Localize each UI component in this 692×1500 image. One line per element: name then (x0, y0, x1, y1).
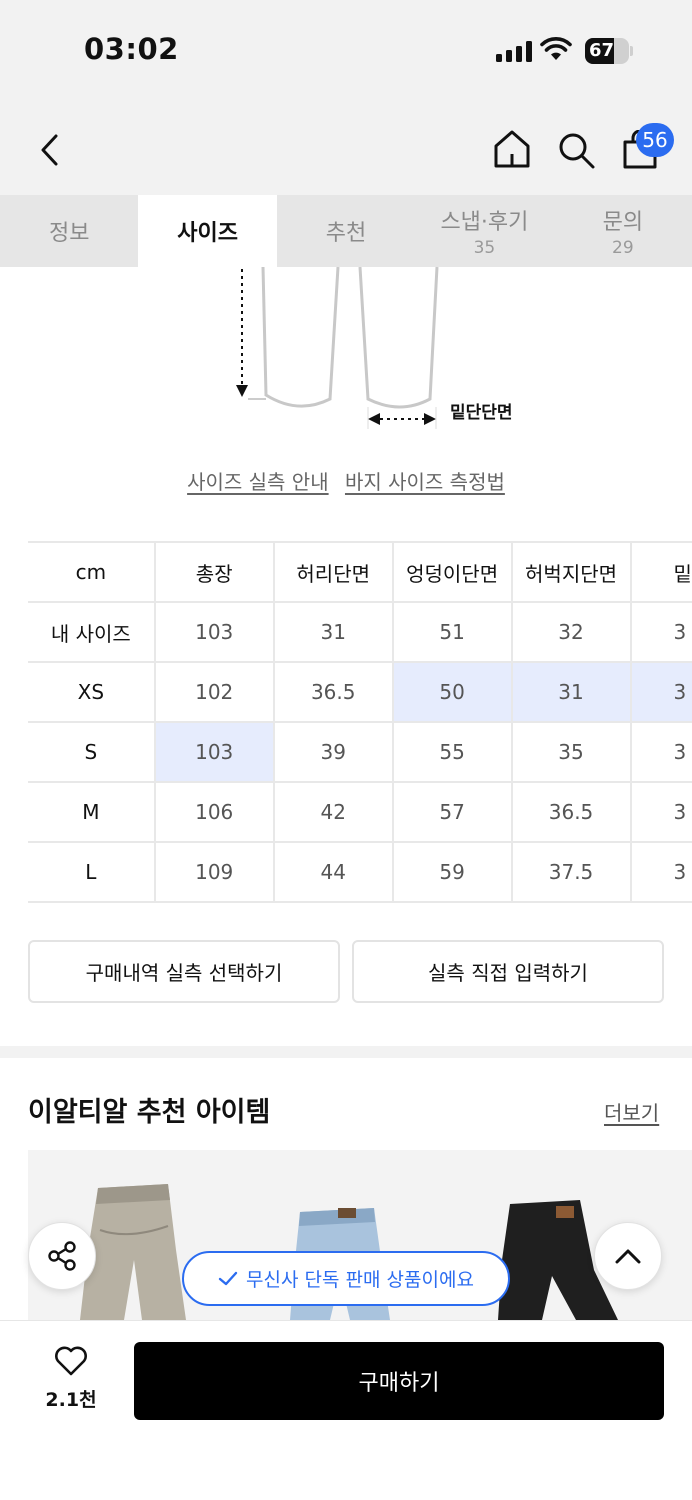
table-cell: 44 (273, 842, 394, 903)
see-more-link[interactable]: 더보기 (604, 1097, 659, 1126)
pants-measure-guide-link[interactable]: 바지 사이즈 측정법 (345, 470, 505, 494)
table-cell: 36.5 (273, 662, 394, 723)
table-cell: 103 (154, 602, 275, 663)
recommend-section-title: 이알티알 추천 아이템 (28, 1097, 271, 1128)
pants-measurement-diagram: 밑단단면 (0, 266, 692, 447)
row-label: M (28, 782, 156, 843)
tab-info[interactable]: 정보 (0, 195, 138, 267)
tab-label: 문의 (602, 210, 644, 235)
heart-icon (55, 1346, 87, 1376)
manual-size-input-button[interactable]: 실측 직접 입력하기 (352, 940, 664, 1003)
tab-inquiry[interactable]: 문의 29 (554, 195, 692, 267)
table-header-row: cm 총장 허리단면 엉덩이단면 허벅지단면 밑 (28, 541, 692, 603)
table-row[interactable]: L 109 44 59 37.5 3 (28, 842, 692, 903)
product-image-beige-jeans[interactable] (80, 1184, 186, 1320)
table-row[interactable]: S 103 39 55 35 3 (28, 722, 692, 783)
column-header: 총장 (154, 541, 275, 603)
like-button[interactable]: 2.1천 (36, 1345, 106, 1412)
table-cell: 37.5 (511, 842, 632, 903)
table-cell: 35 (511, 722, 632, 783)
column-header: 허벅지단면 (511, 541, 632, 603)
row-label: XS (28, 662, 156, 723)
table-cell: 3 (630, 782, 692, 843)
table-cell: 31 (273, 602, 394, 663)
status-bar: 03:02 67 (0, 0, 692, 100)
share-icon (48, 1241, 76, 1271)
table-cell: 57 (392, 782, 513, 843)
share-button[interactable] (28, 1222, 96, 1290)
column-header: 밑 (630, 541, 692, 603)
table-cell: 42 (273, 782, 394, 843)
status-time: 03:02 (84, 32, 179, 66)
unit-header: cm (28, 541, 156, 603)
row-label: S (28, 722, 156, 783)
table-cell: 3 (630, 602, 692, 663)
purchase-bar: 2.1천 구매하기 (0, 1320, 692, 1500)
table-row: 내 사이즈 103 31 51 32 3 (28, 602, 692, 663)
table-cell-highlighted: 31 (511, 662, 632, 723)
table-cell-highlighted: 50 (392, 662, 513, 723)
table-row[interactable]: M 106 42 57 36.5 3 (28, 782, 692, 843)
tab-snap-review[interactable]: 스냅·후기 35 (415, 195, 553, 267)
table-cell: 55 (392, 722, 513, 783)
product-tabs: 정보 사이즈 추천 스냅·후기 35 문의 29 (0, 195, 692, 267)
tab-size[interactable]: 사이즈 (138, 195, 277, 267)
tab-count: 29 (612, 238, 634, 258)
tab-label: 정보 (48, 221, 90, 246)
chevron-up-icon (615, 1249, 641, 1264)
table-cell-highlighted: 103 (154, 722, 275, 783)
table-cell: 3 (630, 842, 692, 903)
row-label: L (28, 842, 156, 903)
battery-level: 67 (589, 40, 615, 61)
size-table-scroll[interactable]: cm 총장 허리단면 엉덩이단면 허벅지단면 밑 내 사이즈 103 31 51… (0, 541, 692, 903)
tab-label: 추천 (325, 221, 367, 246)
table-cell: 3 (630, 722, 692, 783)
scroll-to-top-button[interactable] (594, 1222, 662, 1290)
battery-icon: 67 (585, 38, 633, 64)
table-cell: 51 (392, 602, 513, 663)
tab-label: 사이즈 (177, 221, 238, 246)
table-cell: 39 (273, 722, 394, 783)
home-icon[interactable] (492, 128, 532, 170)
cart-count-badge: 56 (636, 123, 674, 157)
buy-button[interactable]: 구매하기 (134, 1342, 664, 1420)
size-action-buttons: 구매내역 실측 선택하기 실측 직접 입력하기 (28, 940, 664, 1003)
table-cell: 106 (154, 782, 275, 843)
column-header: 엉덩이단면 (392, 541, 513, 603)
table-cell: 36.5 (511, 782, 632, 843)
table-cell: 109 (154, 842, 275, 903)
exclusive-badge-text: 무신사 단독 판매 상품이에요 (246, 1269, 474, 1291)
size-guide-links: 사이즈 실측 안내 바지 사이즈 측정법 (0, 466, 692, 495)
row-label: 내 사이즈 (28, 602, 156, 663)
size-table: cm 총장 허리단면 엉덩이단면 허벅지단면 밑 내 사이즈 103 31 51… (28, 541, 692, 903)
section-divider (0, 1046, 692, 1058)
exclusive-product-badge: 무신사 단독 판매 상품이에요 (182, 1251, 510, 1306)
search-icon[interactable] (556, 130, 596, 170)
tab-recommend[interactable]: 추천 (277, 195, 415, 267)
tab-label: 스냅·후기 (440, 210, 529, 235)
actual-size-guide-link[interactable]: 사이즈 실측 안내 (187, 470, 329, 494)
cellular-signal-icon (496, 40, 532, 62)
check-icon (218, 1271, 238, 1285)
table-cell: 102 (154, 662, 275, 723)
column-header: 허리단면 (273, 541, 394, 603)
table-cell-highlighted: 3 (630, 662, 692, 723)
back-icon[interactable] (34, 130, 66, 170)
top-nav-bar: 56 (0, 100, 692, 195)
table-cell: 59 (392, 842, 513, 903)
hem-width-label: 밑단단면 (450, 403, 513, 423)
tab-count: 35 (473, 238, 496, 258)
wifi-icon (540, 37, 572, 60)
table-cell: 32 (511, 602, 632, 663)
like-count: 2.1천 (45, 1389, 97, 1411)
table-row[interactable]: XS 102 36.5 50 31 3 (28, 662, 692, 723)
select-purchase-history-button[interactable]: 구매내역 실측 선택하기 (28, 940, 340, 1003)
pants-illustration (236, 266, 439, 429)
